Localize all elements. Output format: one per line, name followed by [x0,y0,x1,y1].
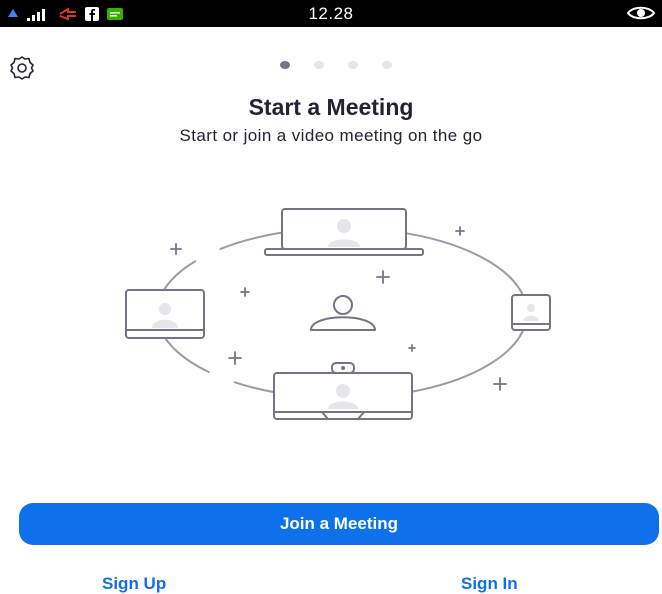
meeting-devices-illustration [125,208,551,420]
gear-icon [10,56,34,80]
page-title: Start a Meeting [248,94,414,120]
status-bar: 12.28 [0,0,662,27]
status-time: 12.28 [308,4,354,23]
page-dot-2[interactable] [314,61,324,69]
settings-button[interactable] [8,54,36,82]
join-meeting-button[interactable]: Join a Meeting [19,503,659,545]
page-subtitle: Start or join a video meeting on the go [179,126,483,145]
page-dot-3[interactable] [348,61,358,69]
status-icons-right [626,4,656,23]
user-icon [310,295,376,331]
eye-icon [626,6,656,20]
sign-up-link[interactable]: Sign Up [102,574,166,594]
tablet-icon [125,289,205,339]
page-indicator [280,61,392,69]
laptop-icon [264,208,424,256]
page-dot-1[interactable] [280,61,290,69]
room-system-icon [273,362,413,420]
sign-in-link[interactable]: Sign In [461,574,518,594]
page-dot-4[interactable] [382,61,392,69]
phone-icon [511,294,551,331]
